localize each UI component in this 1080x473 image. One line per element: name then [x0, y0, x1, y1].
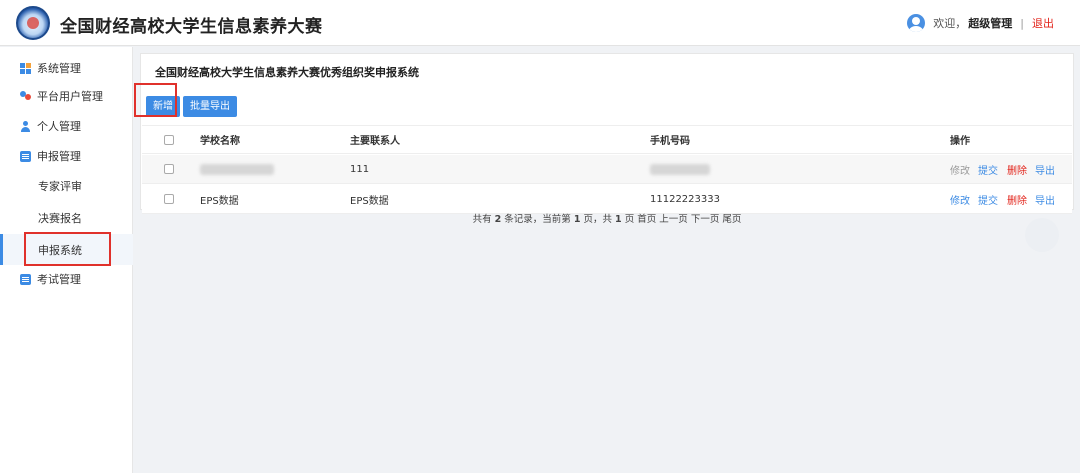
table-row: 111 修改 提交 删除 导出	[142, 155, 1072, 184]
sidebar-item-platform-users[interactable]: 平台用户管理	[0, 82, 133, 110]
logo-emblem	[27, 17, 39, 29]
logout-link[interactable]: 退出	[1032, 15, 1054, 31]
logo	[16, 6, 50, 40]
submit-action[interactable]: 提交	[978, 162, 998, 177]
users-icon	[20, 90, 31, 102]
sidebar-item-label: 专家评审	[38, 180, 82, 193]
export-action[interactable]: 导出	[1035, 162, 1055, 177]
sidebar-item-label: 申报管理	[37, 150, 81, 163]
sidebar-item-expert-review[interactable]: 专家评审	[0, 172, 133, 200]
document-icon	[20, 150, 31, 162]
next-page-link[interactable]: 下一页	[691, 214, 720, 225]
pager-text: 共有	[472, 214, 492, 225]
sidebar-item-label: 考试管理	[37, 273, 81, 286]
total-count: 2	[494, 214, 502, 225]
column-header-phone: 手机号码	[650, 136, 690, 147]
grid-icon	[20, 62, 31, 74]
sidebar-item-label: 申报系统	[38, 243, 82, 257]
delete-action[interactable]: 删除	[1007, 162, 1027, 177]
table-row: EPS数据 EPS数据 11122223333 修改 提交 删除 导出	[142, 185, 1072, 214]
sidebar-item-declaration-system[interactable]: 申报系统	[0, 234, 133, 265]
row-checkbox[interactable]	[164, 194, 174, 204]
cell-contact: EPS数据	[350, 195, 389, 207]
pagination: 共有 2 条记录，当前第 1 页，共 1 页 首页 上一页 下一页 尾页	[134, 211, 1080, 225]
edit-action[interactable]: 修改	[950, 162, 970, 177]
header-separator: |	[1020, 16, 1024, 30]
submit-action[interactable]: 提交	[978, 192, 998, 207]
username: 超级管理	[968, 17, 1013, 30]
delete-action[interactable]: 删除	[1007, 192, 1027, 207]
add-button[interactable]: 新增	[146, 96, 180, 117]
floating-action-circle[interactable]	[1025, 218, 1059, 252]
redacted-school-name	[200, 163, 274, 175]
column-header-operations: 操作	[950, 136, 970, 147]
sidebar-item-label: 个人管理	[37, 120, 81, 133]
top-header: 全国财经高校大学生信息素养大赛 欢迎， 超级管理 | 退出	[0, 0, 1080, 46]
page-title: 全国财经高校大学生信息素养大赛优秀组织奖申报系统	[155, 66, 419, 79]
sidebar-item-system-management[interactable]: 系统管理	[0, 54, 133, 82]
batch-export-button[interactable]: 批量导出	[183, 96, 237, 117]
redacted-phone	[650, 163, 710, 175]
sidebar-item-label: 平台用户管理	[37, 90, 103, 103]
user-area: 欢迎， 超级管理 | 退出	[907, 14, 1054, 32]
pager-text: 页，共	[583, 214, 613, 225]
exam-icon	[20, 273, 31, 285]
sidebar-item-final-registration[interactable]: 决赛报名	[0, 204, 133, 232]
first-page-link[interactable]: 首页	[637, 214, 656, 225]
column-header-contact: 主要联系人	[350, 136, 400, 147]
pager-text: 页	[624, 214, 635, 225]
sidebar-item-label: 决赛报名	[38, 212, 82, 225]
pager-text: 条记录，当前第	[504, 214, 571, 225]
sidebar-item-exam-management[interactable]: 考试管理	[0, 265, 133, 293]
sidebar: 系统管理 平台用户管理 个人管理 申报管理 专家评审 决赛报名 申报系统 考试管…	[0, 47, 133, 473]
edit-action[interactable]: 修改	[950, 192, 970, 207]
select-all-checkbox[interactable]	[164, 134, 174, 145]
column-header-school: 学校名称	[200, 136, 240, 147]
table-header: 学校名称 主要联系人 手机号码 操作	[142, 125, 1072, 154]
sidebar-item-label: 系统管理	[37, 62, 81, 75]
total-pages: 1	[615, 214, 622, 225]
person-icon	[20, 120, 31, 132]
welcome-text: 欢迎，	[933, 17, 967, 30]
current-page: 1	[573, 214, 581, 225]
last-page-link[interactable]: 尾页	[722, 214, 741, 225]
prev-page-link[interactable]: 上一页	[659, 214, 688, 225]
cell-school: EPS数据	[200, 195, 239, 207]
cell-contact: 111	[350, 163, 370, 175]
declaration-panel: 全国财经高校大学生信息素养大赛优秀组织奖申报系统 新增 批量导出 学校名称 主要…	[140, 53, 1074, 214]
sidebar-item-personal[interactable]: 个人管理	[0, 112, 133, 140]
row-checkbox[interactable]	[164, 164, 174, 174]
cell-phone: 11122223333	[650, 193, 720, 205]
export-action[interactable]: 导出	[1035, 192, 1055, 207]
sidebar-item-declaration-management[interactable]: 申报管理	[0, 142, 133, 170]
user-avatar-icon[interactable]	[907, 14, 926, 32]
main-content: 全国财经高校大学生信息素养大赛优秀组织奖申报系统 新增 批量导出 学校名称 主要…	[134, 47, 1080, 473]
site-title: 全国财经高校大学生信息素养大赛	[60, 17, 323, 37]
